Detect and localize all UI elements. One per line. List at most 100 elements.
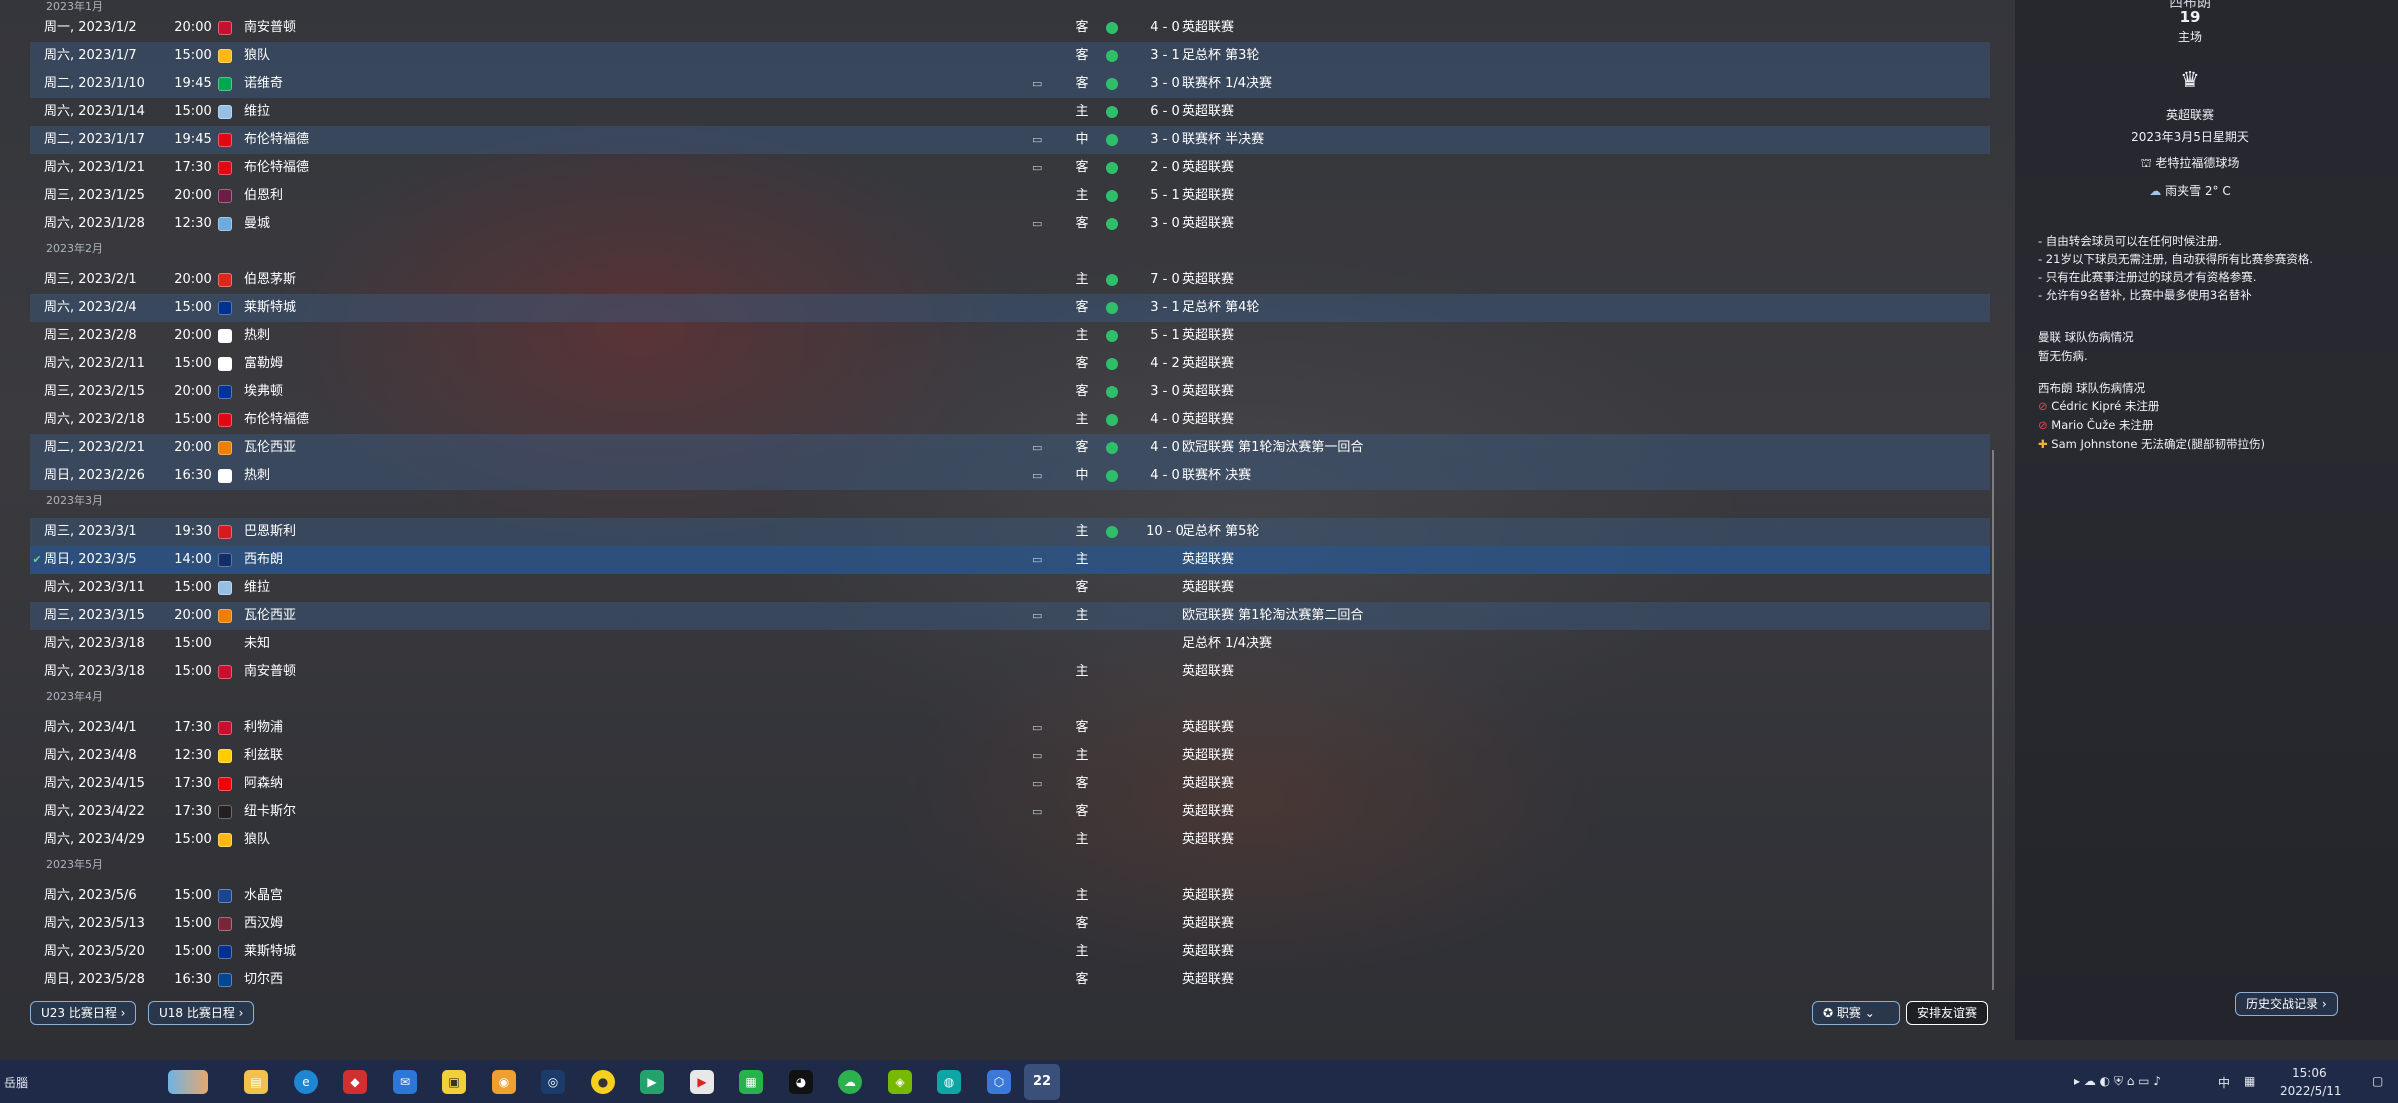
opponent-name[interactable]: 富勒姆 <box>244 350 283 378</box>
fixture-row[interactable]: 周三, 2023/2/8 20:00 热刺主 5 - 1 英超联赛 <box>30 322 1990 350</box>
weather-widget-icon[interactable] <box>168 1070 208 1094</box>
fixture-row[interactable]: 周二, 2023/1/10 19:45 诺维奇 ▭ 客 3 - 0 联赛杯 1/4决赛 <box>30 70 1990 98</box>
fixture-row[interactable]: 周六, 2023/5/6 15:00 水晶宫 主 英超联赛 <box>30 882 1990 910</box>
ime-indicator[interactable]: 中 <box>2218 1074 2230 1091</box>
opponent-name[interactable]: 南安普顿 <box>244 14 296 42</box>
fixture-row[interactable]: 周六, 2023/5/20 15:00 莱斯特城 主 英超联赛 <box>30 938 1990 966</box>
opponent-name[interactable]: 未知 <box>244 630 270 658</box>
fixture-row[interactable]: 周六, 2023/2/18 15:00 布伦特福德主 4 - 0 英超联赛 <box>30 406 1990 434</box>
fixture-row[interactable]: 周一, 2023/1/2 20:00 南安普顿客 4 - 0 英超联赛 <box>30 14 1990 42</box>
fixture-row[interactable]: 周二, 2023/1/17 19:45 布伦特福德 ▭ 中 3 - 0 联赛杯 半决赛 <box>30 126 1990 154</box>
injury-item[interactable]: ⊘ Cédric Kipré 未注册 <box>2038 398 2159 414</box>
fixture-row[interactable]: 周六, 2023/4/1 17:30 利物浦 ▭ 客 英超联赛 <box>30 714 1990 742</box>
opponent-name[interactable]: 热刺 <box>244 322 270 350</box>
opponent-name[interactable]: 利物浦 <box>244 714 283 742</box>
opponent-name[interactable]: 瓦伦西亚 <box>244 602 296 630</box>
fixture-row[interactable]: 周六, 2023/1/7 15:00 狼队客 3 - 1 足总杯 第3轮 <box>30 42 1990 70</box>
notification-icon[interactable]: ▢ <box>2372 1074 2383 1088</box>
opponent-name[interactable]: 狼队 <box>244 42 270 70</box>
opponent-name[interactable]: 西布朗 <box>244 546 283 574</box>
fixture-row[interactable]: 周三, 2023/3/1 19:30 巴恩斯利主 10 - 0 足总杯 第5轮 <box>30 518 1990 546</box>
opponent-name[interactable]: 西汉姆 <box>244 910 283 938</box>
win-result-icon <box>1106 414 1118 426</box>
play-store-icon[interactable]: ▶ <box>640 1070 664 1094</box>
opponent-name[interactable]: 曼城 <box>244 210 270 238</box>
opponent-name[interactable]: 伯恩利 <box>244 182 283 210</box>
arrange-friendly-button[interactable]: 安排友谊赛 <box>1906 1001 1989 1025</box>
opponent-name[interactable]: 狼队 <box>244 826 270 854</box>
fixture-row[interactable]: 周三, 2023/3/15 20:00 瓦伦西亚 ▭ 主 欧冠联赛 第1轮淘汰赛第二回合 <box>30 602 1990 630</box>
fixture-row[interactable]: 周六, 2023/3/18 15:00 未知 足总杯 1/4决赛 <box>30 630 1990 658</box>
fixture-row[interactable]: 周六, 2023/5/13 15:00 西汉姆 客 英超联赛 <box>30 910 1990 938</box>
u18-schedule-button[interactable]: U18 比赛日程 › <box>148 1001 255 1025</box>
injury-item[interactable]: ⊘ Mario Čuže 未注册 <box>2038 417 2153 433</box>
qq-icon[interactable]: ◕ <box>789 1070 813 1094</box>
video-app-icon[interactable]: ▶ <box>690 1070 714 1094</box>
opponent-name[interactable]: 阿森纳 <box>244 770 283 798</box>
venue-indicator: 客 <box>1075 804 1089 819</box>
fixture-row[interactable]: 周六, 2023/4/15 17:30 阿森纳 ▭ 客 英超联赛 <box>30 770 1990 798</box>
competition-name: 足总杯 1/4决赛 <box>1182 636 1273 651</box>
keyboard-icon[interactable]: ▦ <box>2244 1074 2255 1088</box>
fixture-row[interactable]: 周日, 2023/5/28 16:30 切尔西 客 英超联赛 <box>30 966 1990 994</box>
mail-app-icon[interactable]: ✉ <box>393 1070 417 1094</box>
vpn-app-icon[interactable]: ◍ <box>937 1070 961 1094</box>
iqiyi-icon[interactable]: ▦ <box>739 1070 763 1094</box>
fixture-row[interactable]: 周三, 2023/2/15 20:00 埃弗顿客 3 - 0 英超联赛 <box>30 378 1990 406</box>
fixture-row[interactable]: 周三, 2023/2/1 20:00 伯恩茅斯主 7 - 0 英超联赛 <box>30 266 1990 294</box>
head-to-head-history-button[interactable]: 历史交战记录 › <box>2235 992 2338 1016</box>
fixture-row[interactable]: 周六, 2023/1/21 17:30 布伦特福德 ▭ 客 2 - 0 英超联赛 <box>30 154 1990 182</box>
opponent-name[interactable]: 诺维奇 <box>244 70 283 98</box>
opponent-name[interactable]: 布伦特福德 <box>244 126 309 154</box>
weather-widget-text[interactable]: 岳腦 <box>4 1074 28 1091</box>
fixture-row[interactable]: 周六, 2023/3/11 15:00 维拉 客 英超联赛 <box>30 574 1990 602</box>
football-manager-icon[interactable]: 22 <box>1024 1064 1060 1100</box>
opponent-name[interactable]: 维拉 <box>244 574 270 602</box>
injury-item[interactable]: ✚ Sam Johnstone 无法确定(腿部韧带拉伤) <box>2038 436 2265 452</box>
opponent-name[interactable]: 纽卡斯尔 <box>244 798 296 826</box>
opponent-name[interactable]: 布伦特福德 <box>244 154 309 182</box>
opponent-name[interactable]: 伯恩茅斯 <box>244 266 296 294</box>
nvidia-icon[interactable]: ◈ <box>888 1070 912 1094</box>
fixture-row[interactable]: 周六, 2023/4/22 17:30 纽卡斯尔 ▭ 客 英超联赛 <box>30 798 1990 826</box>
clock-date[interactable]: 2022/5/11 <box>2280 1084 2342 1098</box>
opponent-name[interactable]: 埃弗顿 <box>244 378 283 406</box>
opponent-name[interactable]: 切尔西 <box>244 966 283 994</box>
selected-check-icon: ✔ <box>32 553 42 566</box>
fixture-list-scrollbar[interactable] <box>1992 450 1994 990</box>
tray-icons[interactable]: ▸ ☁ ◐ ⛨ ⌂ ▭ ♪ <box>2074 1074 2161 1089</box>
wechat-icon[interactable]: ☁ <box>838 1070 862 1094</box>
opponent-name[interactable]: 莱斯特城 <box>244 294 296 322</box>
steam-icon[interactable]: ◎ <box>541 1070 565 1094</box>
opponent-name[interactable]: 利兹联 <box>244 742 283 770</box>
fixture-row[interactable]: 周日, 2023/2/26 16:30 热刺 ▭ 中 4 - 0 联赛杯 决赛 <box>30 462 1990 490</box>
file-explorer-icon[interactable]: ▤ <box>244 1070 268 1094</box>
fixture-row[interactable]: 周六, 2023/3/18 15:00 南安普顿 主 英超联赛 <box>30 658 1990 686</box>
opponent-name[interactable]: 热刺 <box>244 462 270 490</box>
opponent-name[interactable]: 莱斯特城 <box>244 938 296 966</box>
fixture-row[interactable]: 周六, 2023/4/29 15:00 狼队 主 英超联赛 <box>30 826 1990 854</box>
edge-browser-icon[interactable]: e <box>294 1070 318 1094</box>
fixture-row[interactable]: 周六, 2023/4/8 12:30 利兹联 ▭ 主 英超联赛 <box>30 742 1990 770</box>
opponent-name[interactable]: 巴恩斯利 <box>244 518 296 546</box>
opponent-name[interactable]: 水晶宫 <box>244 882 283 910</box>
opponent-name[interactable]: 布伦特福德 <box>244 406 309 434</box>
fixture-row[interactable]: 周六, 2023/1/28 12:30 曼城 ▭ 客 3 - 0 英超联赛 <box>30 210 1990 238</box>
fixture-row[interactable]: ✔ 周日, 2023/3/5 14:00 西布朗 ▭ 主 英超联赛 <box>30 546 1990 574</box>
fixture-row[interactable]: 周六, 2023/1/14 15:00 维拉主 6 - 0 英超联赛 <box>30 98 1990 126</box>
notes-app-icon[interactable]: ▣ <box>442 1070 466 1094</box>
clock-time[interactable]: 15:06 <box>2292 1066 2327 1080</box>
opponent-name[interactable]: 维拉 <box>244 98 270 126</box>
game-app-icon[interactable]: ◆ <box>343 1070 367 1094</box>
fixture-row[interactable]: 周六, 2023/2/4 15:00 莱斯特城客 3 - 1 足总杯 第4轮 <box>30 294 1990 322</box>
fixture-row[interactable]: 周六, 2023/2/11 15:00 富勒姆客 4 - 2 英超联赛 <box>30 350 1990 378</box>
opponent-name[interactable]: 瓦伦西亚 <box>244 434 296 462</box>
owl-app-icon[interactable]: ◉ <box>492 1070 516 1094</box>
network-app-icon[interactable]: ⬡ <box>987 1070 1011 1094</box>
fixture-row[interactable]: 周二, 2023/2/21 20:00 瓦伦西亚 ▭ 客 4 - 0 欧冠联赛 第1轮淘汰赛… <box>30 434 1990 462</box>
yellow-app-icon[interactable]: ● <box>591 1070 615 1094</box>
u23-schedule-button[interactable]: U23 比赛日程 › <box>30 1001 137 1025</box>
fixture-row[interactable]: 周三, 2023/1/25 20:00 伯恩利主 5 - 1 英超联赛 <box>30 182 1990 210</box>
career-filter-dropdown[interactable]: ✪ 职赛 ⌄ <box>1812 1001 1900 1025</box>
opponent-name[interactable]: 南安普顿 <box>244 658 296 686</box>
